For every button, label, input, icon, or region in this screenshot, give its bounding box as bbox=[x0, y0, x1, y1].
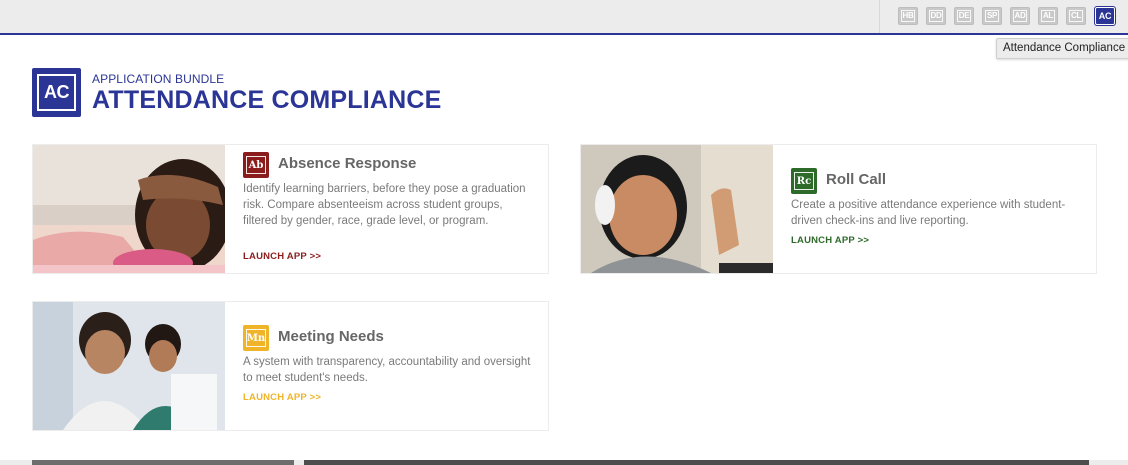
bundle-switch-sp[interactable]: SP bbox=[982, 7, 1002, 25]
launch-app-link[interactable]: LAUNCH APP >> bbox=[791, 235, 869, 246]
absence-response-icon: Ab bbox=[243, 152, 269, 178]
launch-app-link[interactable]: LAUNCH APP >> bbox=[243, 251, 321, 262]
roll-call-icon: Rc bbox=[791, 168, 817, 194]
app-title: Meeting Needs bbox=[278, 328, 384, 345]
bundle-switch-ad[interactable]: AD bbox=[1010, 7, 1030, 25]
app-description: Identify learning barriers, before they … bbox=[243, 183, 526, 227]
bundle-switch-al[interactable]: AL bbox=[1038, 7, 1058, 25]
bundle-switch-ac[interactable]: AC bbox=[1094, 6, 1116, 26]
bundle-logo: AC bbox=[32, 68, 81, 117]
bundle-tooltip: Attendance Compliance bbox=[996, 38, 1128, 59]
bundle-switch-label: DE bbox=[956, 10, 972, 22]
bundle-switch-label: SP bbox=[984, 10, 1000, 22]
bundle-switch-label: AD bbox=[1012, 10, 1028, 22]
app-card-absence-response: Ab Absence Response Identify learning ba… bbox=[32, 144, 549, 274]
bundle-switch-dd[interactable]: DD bbox=[926, 7, 946, 25]
app-card-roll-call: Rc Roll Call Create a positive attendanc… bbox=[580, 144, 1097, 274]
page-title: ATTENDANCE COMPLIANCE bbox=[92, 86, 442, 114]
app-badge-label: Mn bbox=[246, 329, 266, 347]
app-title: Roll Call bbox=[826, 171, 887, 188]
app-badge-label: Ab bbox=[246, 156, 266, 174]
bundle-switch-de[interactable]: DE bbox=[954, 7, 974, 25]
meeting-needs-icon: Mn bbox=[243, 325, 269, 351]
topbar-divider bbox=[879, 0, 880, 33]
bundle-switch-label: AC bbox=[1098, 11, 1112, 21]
roll-call-photo bbox=[581, 145, 773, 273]
bundle-logo-label: AC bbox=[37, 74, 76, 111]
bottom-image-strip bbox=[32, 460, 294, 465]
bundle-switch-label: CL bbox=[1068, 10, 1084, 22]
app-description: Create a positive attendance experience … bbox=[791, 199, 1066, 227]
app-card-meeting-needs: Mn Meeting Needs A system with transpare… bbox=[32, 301, 549, 431]
bundle-switch-cl[interactable]: CL bbox=[1066, 7, 1086, 25]
bundle-eyebrow: APPLICATION BUNDLE bbox=[92, 72, 225, 86]
app-badge-label: Rc bbox=[794, 172, 814, 190]
bottom-image-strip bbox=[304, 460, 1089, 465]
launch-app-link[interactable]: LAUNCH APP >> bbox=[243, 392, 321, 403]
bundle-switch-hb[interactable]: HB bbox=[898, 7, 918, 25]
bundle-switch-label: DD bbox=[928, 10, 944, 22]
absence-response-photo bbox=[33, 145, 225, 273]
bundle-switch-label: HB bbox=[900, 10, 916, 22]
app-title: Absence Response bbox=[278, 155, 417, 172]
bundle-switch-label: AL bbox=[1040, 10, 1056, 22]
main-panel: AC APPLICATION BUNDLE ATTENDANCE COMPLIA… bbox=[0, 33, 1128, 460]
app-description: A system with transparency, accountabili… bbox=[243, 356, 531, 384]
meeting-needs-photo bbox=[33, 302, 225, 430]
